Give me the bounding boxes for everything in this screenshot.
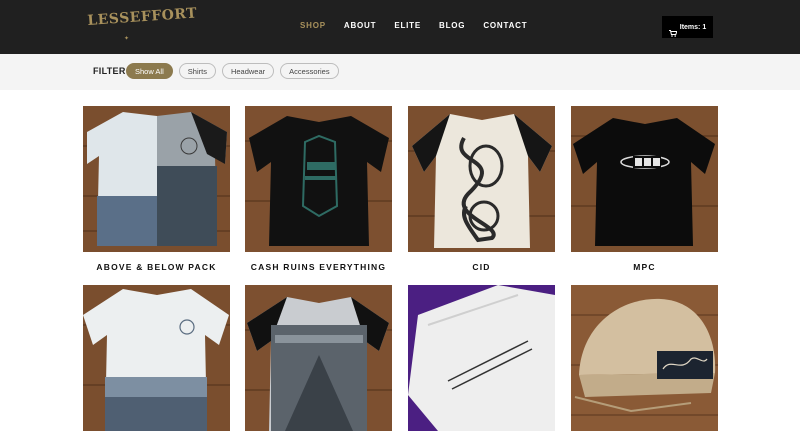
logo-mark-icon: ✦ xyxy=(124,36,130,42)
product-card[interactable]: CID xyxy=(408,106,555,272)
product-image[interactable] xyxy=(83,285,230,431)
filter-options: Show All Shirts Headwear Accessories xyxy=(126,63,339,79)
nav-item-elite[interactable]: ELITE xyxy=(394,20,421,32)
product-card[interactable]: ABOVE & BELOW PACK xyxy=(83,106,230,272)
product-image[interactable] xyxy=(408,285,555,431)
main-nav: SHOP ABOUT ELITE BLOG CONTACT xyxy=(300,20,545,32)
filter-show-all-button[interactable]: Show All xyxy=(126,63,173,79)
product-card[interactable] xyxy=(83,285,230,431)
filter-headwear-button[interactable]: Headwear xyxy=(221,63,275,79)
nav-item-blog[interactable]: BLOG xyxy=(439,20,465,32)
product-card[interactable] xyxy=(245,285,392,431)
filter-bar: FILTER Show All Shirts Headwear Accessor… xyxy=(0,54,800,90)
product-title[interactable]: CASH RUINS EVERYTHING xyxy=(245,262,392,272)
product-card[interactable]: MPC xyxy=(571,106,718,272)
filter-accessories-button[interactable]: Accessories xyxy=(280,63,339,79)
site-header: LESSEFFORT ✦ SHOP ABOUT ELITE BLOG CONTA… xyxy=(0,0,800,54)
filter-shirts-button[interactable]: Shirts xyxy=(178,63,216,79)
product-image[interactable] xyxy=(83,106,230,252)
nav-item-contact[interactable]: CONTACT xyxy=(483,20,527,32)
cart-button[interactable]: Items: 1 xyxy=(662,16,713,38)
product-title[interactable]: CID xyxy=(408,262,555,272)
product-card[interactable]: CASH RUINS EVERYTHING xyxy=(245,106,392,272)
filter-label: FILTER xyxy=(93,66,126,76)
nav-item-about[interactable]: ABOUT xyxy=(344,20,376,32)
brand-logo[interactable]: LESSEFFORT ✦ xyxy=(87,5,198,42)
product-title[interactable]: ABOVE & BELOW PACK xyxy=(83,262,230,272)
product-title[interactable]: MPC xyxy=(571,262,718,272)
product-image[interactable] xyxy=(245,106,392,252)
product-image[interactable] xyxy=(571,285,718,431)
cart-count-label: Items: 1 xyxy=(679,23,707,31)
product-image[interactable] xyxy=(571,106,718,252)
product-image[interactable] xyxy=(245,285,392,431)
cart-icon xyxy=(668,24,678,37)
product-image[interactable] xyxy=(408,106,555,252)
nav-item-shop[interactable]: SHOP xyxy=(300,20,326,32)
logo-text: LESSEFFORT xyxy=(86,5,198,29)
product-card[interactable] xyxy=(571,285,718,431)
product-card[interactable] xyxy=(408,285,555,431)
